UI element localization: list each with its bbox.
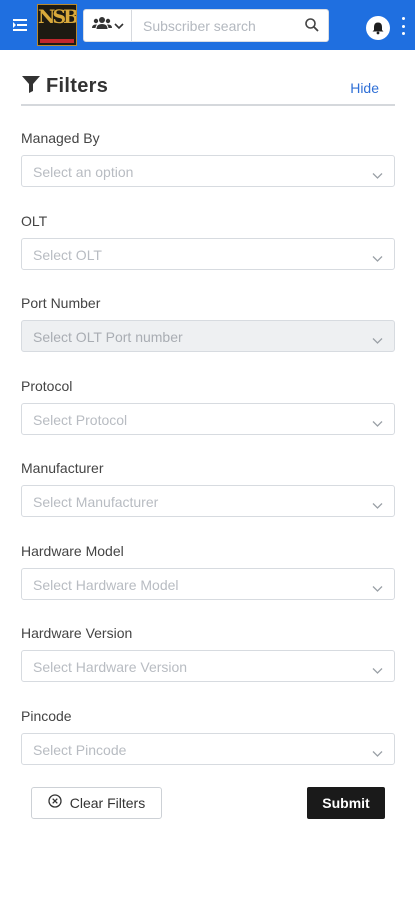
menu-icon[interactable] [9,14,31,36]
chevron-down-icon [372,580,383,598]
clear-filters-label: Clear Filters [69,795,146,811]
chevron-down-icon [372,332,383,350]
search-icon[interactable] [304,17,320,38]
hardware-version-label: Hardware Version [21,625,133,641]
chevron-down-icon [113,17,124,35]
logo-monogram: NSB [38,6,77,28]
chevron-down-icon [372,250,383,268]
protocol-placeholder: Select Protocol [33,411,128,428]
protocol-select[interactable]: Select Protocol [21,402,395,435]
pincode-placeholder: Select Pincode [33,741,127,758]
pincode-select[interactable]: Select Pincode [21,732,395,765]
chevron-down-icon [372,415,383,433]
pincode-label: Pincode [21,707,72,724]
hide-filters-link[interactable]: Hide [350,80,379,96]
subscriber-search-group [83,9,329,42]
search-type-dropdown[interactable] [84,10,132,41]
brand-logo[interactable]: NSB [37,4,77,46]
port-number-select: Select OLT Port number [21,320,395,352]
manufacturer-label: Manufacturer [21,460,104,476]
filters-header: Filters Hide [21,72,395,106]
subscriber-search-input[interactable] [133,10,303,41]
chevron-down-icon [372,167,383,185]
olt-select[interactable]: Select OLT [21,237,395,270]
olt-placeholder: Select OLT [33,246,102,263]
users-icon [91,16,112,35]
submit-button[interactable]: Submit [307,787,385,819]
port-number-placeholder: Select OLT Port number [33,329,183,345]
chevron-down-icon [372,497,383,515]
top-navigation-bar: NSB [0,0,415,50]
hardware-model-label: Hardware Model [21,542,124,559]
hardware-model-placeholder: Select Hardware Model [33,576,179,593]
managed-by-placeholder: Select an option [33,164,134,180]
chevron-down-icon [372,662,383,680]
manufacturer-select[interactable]: Select Manufacturer [21,485,395,517]
hardware-model-select[interactable]: Select Hardware Model [21,567,395,600]
managed-by-select[interactable]: Select an option [21,155,395,187]
logo-strip [40,39,74,43]
protocol-label: Protocol [21,377,73,394]
submit-label: Submit [322,795,370,811]
chevron-down-icon [372,745,383,763]
clear-filters-button[interactable]: Clear Filters [31,787,162,819]
filters-panel: Filters Hide Managed By Select an option O… [0,50,415,900]
filters-title-text: Filters [46,75,109,97]
port-number-label: Port Number [21,295,101,311]
more-options-icon[interactable] [397,15,409,37]
filters-title: Filters [21,74,108,99]
manufacturer-placeholder: Select Manufacturer [33,494,159,510]
olt-label: OLT [21,212,48,229]
filter-funnel-icon [21,74,41,99]
close-circle-icon [48,793,62,813]
notifications-bell-icon[interactable] [366,16,390,40]
hardware-version-select[interactable]: Select Hardware Version [21,650,395,682]
managed-by-label: Managed By [21,130,100,146]
hardware-version-placeholder: Select Hardware Version [33,659,188,675]
